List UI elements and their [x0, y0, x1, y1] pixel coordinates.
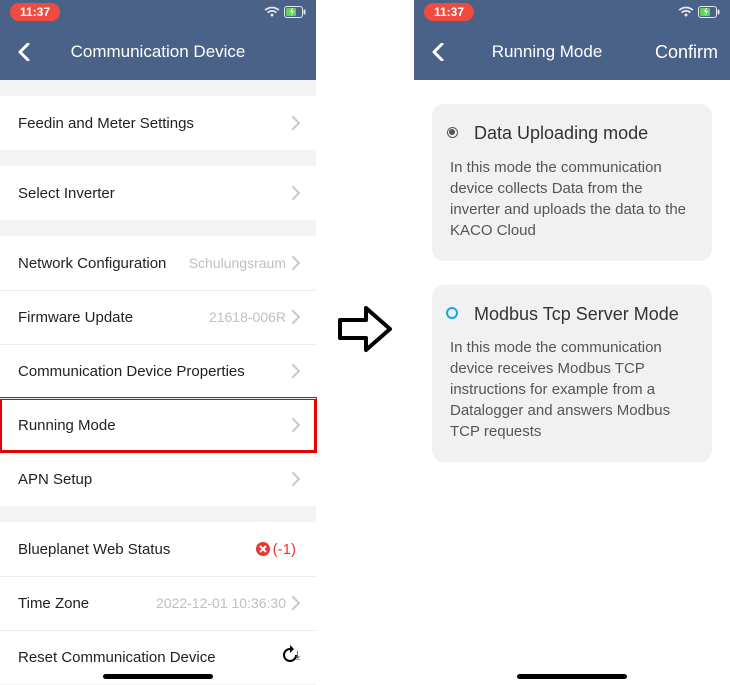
phone-right: 11:37 Running Mode Confirm Data Uploadin…: [414, 0, 730, 685]
home-indicator[interactable]: [103, 674, 213, 679]
row-label: Running Mode: [18, 417, 116, 434]
radio-unselected-icon: [446, 307, 458, 319]
status-icons: [678, 6, 720, 18]
wifi-icon: [264, 6, 280, 18]
mode-description: In this mode the communication device co…: [450, 157, 694, 241]
home-indicator[interactable]: [517, 674, 627, 679]
back-button[interactable]: [426, 43, 450, 61]
mode-description: In this mode the communication device re…: [450, 337, 694, 442]
page-title: Communication Device: [0, 42, 316, 62]
arrow-right-icon: [336, 300, 394, 358]
row-device-properties[interactable]: Communication Device Properties: [0, 344, 316, 398]
chevron-right-icon: [292, 256, 300, 270]
status-bar: 11:37: [414, 0, 730, 24]
header: Communication Device: [0, 24, 316, 80]
status-time: 11:37: [10, 3, 60, 21]
chevron-right-icon: [292, 596, 300, 610]
header: Running Mode Confirm: [414, 24, 730, 80]
chevron-right-icon: [292, 418, 300, 432]
confirm-button[interactable]: Confirm: [655, 42, 718, 63]
row-label: Feedin and Meter Settings: [18, 115, 194, 132]
mode-option-data-uploading[interactable]: Data Uploading mode In this mode the com…: [432, 104, 712, 261]
row-value: (-1): [255, 541, 300, 558]
row-running-mode[interactable]: Running Mode: [0, 398, 316, 452]
status-time: 11:37: [424, 3, 474, 21]
phone-left: 11:37 Communication Device Feedin and Me…: [0, 0, 316, 685]
chevron-right-icon: [292, 310, 300, 324]
battery-icon: [284, 6, 306, 18]
row-web-status[interactable]: Blueplanet Web Status (-1): [0, 522, 316, 576]
row-label: Network Configuration: [18, 255, 166, 272]
wifi-icon: [678, 6, 694, 18]
row-select-inverter[interactable]: Select Inverter: [0, 166, 316, 220]
row-label: APN Setup: [18, 471, 92, 488]
row-label: Firmware Update: [18, 309, 133, 326]
status-icons: [264, 6, 306, 18]
chevron-right-icon: [292, 186, 300, 200]
row-label: Select Inverter: [18, 185, 115, 202]
row-feedin-meter[interactable]: Feedin and Meter Settings: [0, 96, 316, 150]
mode-option-modbus-tcp[interactable]: Modbus Tcp Server Mode In this mode the …: [432, 285, 712, 463]
row-value: 2022-12-01 10:36:30: [156, 595, 292, 611]
misc-icon: ⤓: [295, 648, 300, 663]
row-label: Time Zone: [18, 595, 89, 612]
mode-title: Modbus Tcp Server Mode: [474, 303, 694, 326]
status-bar: 11:37: [0, 0, 316, 24]
row-label: Reset Communication Device: [18, 649, 216, 666]
row-firmware-update[interactable]: Firmware Update 21618-006R: [0, 290, 316, 344]
battery-icon: [698, 6, 720, 18]
chevron-right-icon: [292, 116, 300, 130]
row-time-zone[interactable]: Time Zone 2022-12-01 10:36:30: [0, 576, 316, 630]
chevron-right-icon: [292, 364, 300, 378]
chevron-left-icon: [431, 43, 445, 61]
row-value: Schulungsraum: [189, 255, 292, 271]
settings-list: Feedin and Meter Settings Select Inverte…: [0, 80, 316, 684]
chevron-right-icon: [292, 472, 300, 486]
chevron-left-icon: [17, 43, 31, 61]
back-button[interactable]: [12, 43, 36, 61]
row-apn-setup[interactable]: APN Setup: [0, 452, 316, 506]
row-network-config[interactable]: Network Configuration Schulungsraum: [0, 236, 316, 290]
row-value: 21618-006R: [209, 309, 292, 325]
radio-selected-icon: [446, 126, 458, 138]
row-label: Communication Device Properties: [18, 363, 245, 380]
mode-title: Data Uploading mode: [474, 122, 694, 145]
error-icon: [255, 541, 271, 557]
row-label: Blueplanet Web Status: [18, 541, 170, 558]
